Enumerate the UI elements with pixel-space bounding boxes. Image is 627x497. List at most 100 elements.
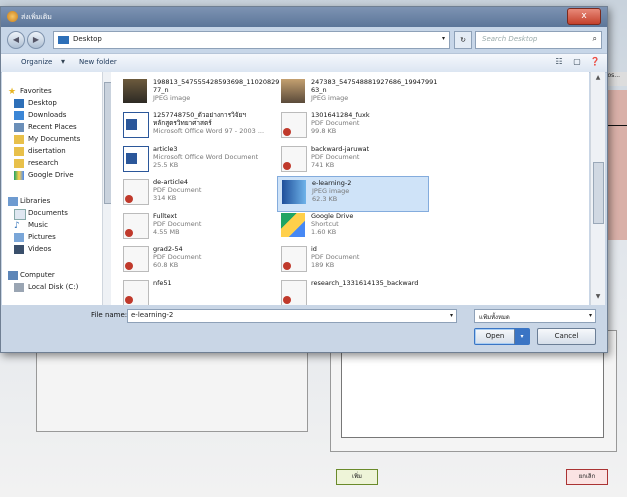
- file-item[interactable]: e-learning-2 JPEG image 62.3 KB: [277, 176, 429, 212]
- google-drive-icon: [281, 213, 305, 237]
- background-side-strip: [607, 90, 627, 240]
- pdf-file-icon: [123, 179, 149, 205]
- file-item[interactable]: Google Drive Shortcut 1.60 KB: [277, 210, 427, 244]
- computer-icon: [8, 271, 18, 280]
- file-item[interactable]: 1257748750_ตัวอย่างการวิจัยฯ หลักสูตรวิท…: [119, 109, 269, 143]
- file-item[interactable]: 198813_547555428593698_11020829 77_n JPEG…: [119, 76, 279, 110]
- file-item[interactable]: nfe51: [119, 277, 269, 305]
- sidebar-item-videos[interactable]: Videos: [2, 244, 102, 256]
- file-type: PDF Document: [311, 119, 360, 127]
- folder-icon: [14, 135, 24, 144]
- background-cancel-button[interactable]: ยกเลิก: [566, 469, 608, 485]
- file-item[interactable]: backward-jaruwat PDF Document 741 KB: [277, 143, 427, 177]
- file-type: PDF Document: [153, 253, 202, 261]
- back-arrow-icon[interactable]: ◀: [7, 31, 25, 49]
- file-name: grad2-54: [153, 245, 183, 253]
- documents-icon: [14, 209, 26, 220]
- chevron-down-icon[interactable]: ▾: [589, 312, 592, 319]
- file-item[interactable]: de-article4 PDF Document 314 KB: [119, 176, 269, 210]
- file-size: 314 KB: [153, 194, 177, 202]
- scroll-up-icon[interactable]: ▲: [593, 74, 603, 84]
- sidebar-item-google-drive[interactable]: Google Drive: [2, 170, 102, 182]
- sidebar-label: Downloads: [28, 111, 67, 119]
- file-name: 198813_547555428593698_11020829 77_n: [153, 78, 280, 94]
- file-name: Google Drive: [311, 212, 354, 220]
- sidebar-item-computer[interactable]: Computer: [2, 270, 102, 282]
- pdf-badge-icon: [125, 229, 133, 237]
- star-icon: ★: [8, 87, 17, 97]
- file-item[interactable]: grad2-54 PDF Document 60.8 KB: [119, 243, 269, 277]
- pdf-file-icon: [281, 280, 307, 305]
- sidebar-item-disertation[interactable]: disertation: [2, 146, 102, 158]
- forward-arrow-icon[interactable]: ▶: [27, 31, 45, 49]
- background-add-button[interactable]: เพิ่ม: [336, 469, 378, 485]
- file-name: 1257748750_ตัวอย่างการวิจัยฯ หลักสูตรวิท…: [153, 111, 247, 127]
- address-bar[interactable]: Desktop ▾: [53, 31, 450, 49]
- chevron-down-icon[interactable]: ▾: [450, 312, 453, 319]
- pdf-file-icon: [281, 246, 307, 272]
- preview-pane-icon[interactable]: ▢: [571, 57, 583, 68]
- open-button[interactable]: Open ▾: [474, 328, 530, 345]
- organize-menu[interactable]: Organize: [21, 58, 52, 66]
- file-item[interactable]: Fulltext PDF Document 4.55 MB: [119, 210, 269, 244]
- file-name: article3: [153, 145, 178, 153]
- command-toolbar: Organize ▾ New folder ☷ ▢ ❓: [1, 53, 607, 73]
- file-name-label: File name:: [91, 311, 128, 319]
- file-item[interactable]: research_1331614135_backward: [277, 277, 427, 305]
- sidebar-item-documents[interactable]: Documents: [2, 208, 102, 220]
- search-icon[interactable]: ⌕: [593, 34, 597, 44]
- videos-icon: [14, 245, 24, 254]
- chevron-down-icon[interactable]: ▾: [442, 35, 445, 42]
- file-item[interactable]: id PDF Document 189 KB: [277, 243, 427, 277]
- sidebar-label: Desktop: [28, 99, 57, 107]
- pdf-file-icon: [123, 246, 149, 272]
- sidebar-label: disertation: [28, 147, 66, 155]
- file-item[interactable]: 247383_547548881927686_19947991 63_n JPEG…: [277, 76, 437, 110]
- refresh-icon[interactable]: ↻: [454, 31, 472, 49]
- address-text: Desktop: [73, 35, 102, 43]
- cancel-button[interactable]: Cancel: [537, 328, 596, 345]
- new-folder-button[interactable]: New folder: [79, 58, 117, 66]
- sidebar-item-research[interactable]: research: [2, 158, 102, 170]
- pdf-file-icon: [123, 213, 149, 239]
- sidebar-item-favorites[interactable]: ★ Favorites: [2, 86, 102, 98]
- sidebar-label: Pictures: [28, 233, 56, 241]
- photo-thumbnail-icon: [123, 79, 147, 103]
- chevron-down-icon: ▾: [60, 57, 65, 66]
- scroll-down-icon[interactable]: ▼: [593, 293, 603, 303]
- help-icon[interactable]: ❓: [589, 57, 601, 68]
- sidebar-label: My Documents: [28, 135, 81, 143]
- sidebar-item-my-documents[interactable]: My Documents: [2, 134, 102, 146]
- file-type-select[interactable]: แฟ้มทั้งหมด ▾: [474, 309, 596, 323]
- app-icon: [7, 11, 18, 22]
- file-item[interactable]: 1301641284_fuxk PDF Document 99.8 KB: [277, 109, 427, 143]
- file-item[interactable]: article3 Microsoft Office Word Document 25…: [119, 143, 269, 177]
- file-name-input[interactable]: e-learning-2 ▾: [127, 309, 457, 323]
- search-input[interactable]: Search Desktop ⌕: [475, 31, 602, 49]
- sidebar-scrollbar[interactable]: [102, 72, 112, 305]
- file-type: Microsoft Office Word Document: [153, 153, 259, 161]
- file-name: Fulltext: [153, 212, 177, 220]
- chevron-down-icon[interactable]: ▾: [514, 329, 529, 344]
- sidebar-item-desktop[interactable]: Desktop: [2, 98, 102, 110]
- file-list-scrollbar[interactable]: ▲ ▼: [590, 72, 605, 305]
- pdf-badge-icon: [283, 296, 291, 304]
- file-type: Microsoft Office Word 97 - 2003 ...: [153, 127, 265, 135]
- close-button[interactable]: x: [567, 8, 601, 25]
- file-name: backward-jaruwat: [311, 145, 370, 153]
- dialog-titlebar: ส่งเพิ่มเติม x: [1, 7, 607, 27]
- sidebar-item-recent-places[interactable]: Recent Places: [2, 122, 102, 134]
- file-type: JPEG image: [312, 187, 350, 195]
- word-document-icon: [123, 112, 149, 138]
- pdf-badge-icon: [125, 296, 133, 304]
- sidebar-item-music[interactable]: ♪ Music: [2, 220, 102, 232]
- file-type: JPEG image: [153, 94, 191, 102]
- pdf-file-icon: [281, 112, 307, 138]
- word-badge-icon: [126, 119, 137, 130]
- sidebar-item-local-disk[interactable]: Local Disk (C:): [2, 282, 102, 294]
- view-options-icon[interactable]: ☷: [553, 57, 565, 68]
- sidebar-item-downloads[interactable]: Downloads: [2, 110, 102, 122]
- scroll-thumb[interactable]: [593, 162, 604, 224]
- sidebar-item-pictures[interactable]: Pictures: [2, 232, 102, 244]
- sidebar-item-libraries[interactable]: Libraries: [2, 196, 102, 208]
